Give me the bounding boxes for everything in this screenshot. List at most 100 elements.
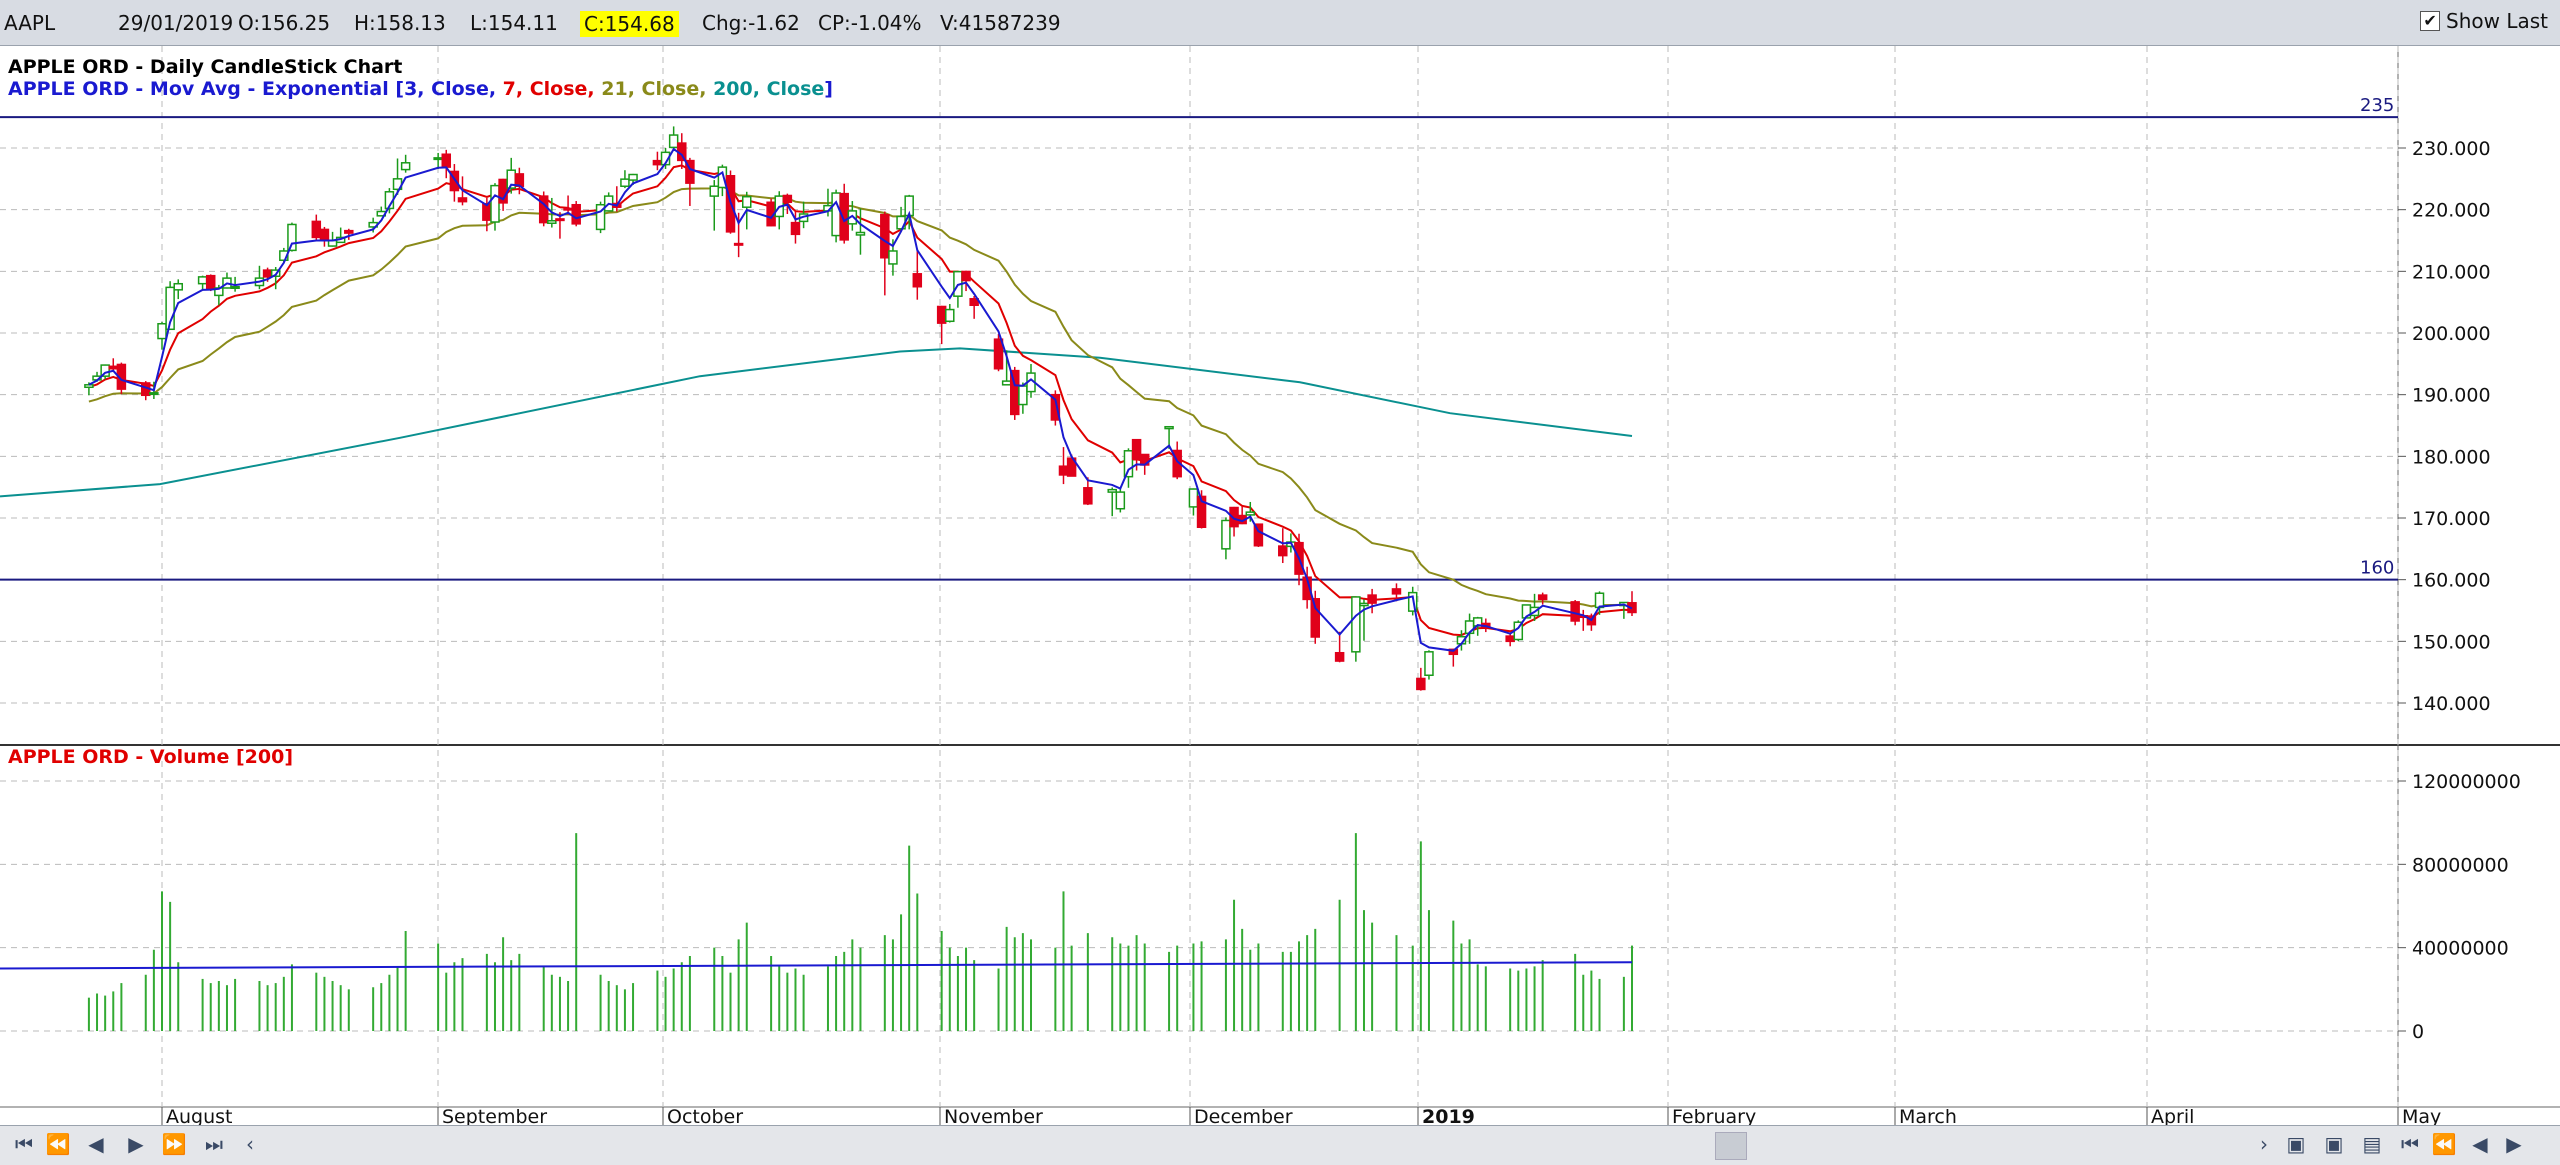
candle-down	[571, 203, 581, 225]
candle-down	[538, 195, 549, 224]
candle-up	[197, 276, 208, 285]
price-tick-label: 140.000	[2412, 693, 2491, 715]
quote-volume: V:41587239	[940, 11, 1061, 35]
month-label: 2019	[1422, 1106, 1475, 1125]
volume-tick-label: 40000000	[2412, 938, 2509, 960]
scrollbar-thumb[interactable]	[1715, 1132, 1747, 1160]
candle-up	[173, 282, 183, 291]
price-tick-label: 210.000	[2412, 261, 2491, 283]
next-forward-icon[interactable]: ▶	[2500, 1132, 2528, 1156]
candle-down	[1278, 545, 1288, 557]
candle-up	[400, 162, 411, 171]
ma-legend: APPLE ORD - Mov Avg - Exponential [3, Cl…	[8, 78, 833, 100]
candle-up	[1001, 380, 1012, 386]
candle-up	[490, 184, 500, 223]
next-rewind-icon[interactable]: ⏪	[2430, 1132, 2458, 1156]
candle-down	[936, 305, 947, 324]
candle-up	[1188, 488, 1199, 508]
scroll-right-icon[interactable]: ›	[2250, 1132, 2278, 1156]
month-label: September	[442, 1106, 547, 1125]
fit-icon[interactable]: ▤	[2358, 1132, 2386, 1156]
last-icon[interactable]: ⏭	[200, 1132, 228, 1156]
candle-down	[782, 194, 793, 204]
candle-down	[1083, 487, 1093, 505]
candle-up	[855, 231, 866, 236]
volume-ma-line	[0, 961, 1633, 970]
candle-down	[1537, 594, 1548, 601]
candle-up	[1123, 450, 1134, 478]
ma-legend-suffix: ]	[824, 78, 833, 100]
ema-200-line	[0, 347, 1633, 498]
candle-up	[709, 185, 720, 197]
candle-down	[441, 153, 452, 168]
ma-legend-part: 7, Close,	[502, 78, 602, 100]
candle-down	[1570, 601, 1580, 622]
month-label: December	[1194, 1106, 1293, 1125]
month-label: November	[944, 1106, 1043, 1125]
zoom-in-icon[interactable]: ▣	[2282, 1132, 2310, 1156]
candle-up	[831, 192, 841, 237]
price-legend: APPLE ORD - Daily CandleStick Chart APPL…	[8, 56, 833, 100]
candle-up	[433, 157, 443, 161]
candle-up	[84, 384, 94, 389]
zoom-out-icon[interactable]: ▣	[2320, 1132, 2348, 1156]
candle-down	[108, 365, 119, 370]
chart-area[interactable]: August September October November December 20…	[0, 46, 2560, 1128]
month-label: May	[2402, 1106, 2441, 1125]
candle-down	[563, 207, 573, 211]
price-tick-label: 200.000	[2412, 323, 2491, 345]
candle-down	[1505, 635, 1515, 643]
quote-change-pct: CP:-1.04%	[818, 11, 922, 35]
fast-forward-icon[interactable]: ⏩	[160, 1132, 188, 1156]
quote-change: Chg:-1.62	[702, 11, 800, 35]
candle-up	[668, 134, 679, 149]
candle-up	[1359, 602, 1369, 607]
price-tick-label: 160.000	[2412, 570, 2491, 592]
quote-close: C:154.68	[580, 11, 679, 37]
month-label: April	[2151, 1106, 2194, 1125]
candle-down	[1334, 651, 1345, 662]
ma-legend-part: 21, Close,	[601, 78, 714, 100]
step-back-icon[interactable]: ◀	[82, 1132, 110, 1156]
first-icon[interactable]: ⏮	[10, 1132, 38, 1156]
candle-up	[1594, 592, 1605, 609]
step-forward-icon[interactable]: ▶	[122, 1132, 150, 1156]
candle-down	[1391, 588, 1402, 595]
candle-up	[157, 323, 167, 340]
candle-down	[880, 213, 890, 259]
price-tick-label: 220.000	[2412, 200, 2491, 222]
candle-up	[1107, 488, 1117, 493]
volume-tick-label: 120000000	[2412, 771, 2521, 793]
candle-up	[1351, 596, 1361, 653]
candle-up	[230, 286, 240, 289]
candle-up	[287, 223, 297, 252]
month-label: October	[667, 1106, 743, 1125]
candle-up	[1164, 425, 1174, 430]
next-first-icon[interactable]: ⏮	[2396, 1132, 2424, 1156]
candle-down	[1367, 594, 1377, 604]
quote-open: O:156.25	[238, 11, 331, 35]
show-last-label: Show Last	[2446, 9, 2548, 33]
candle-down	[993, 338, 1004, 370]
candle-down	[912, 273, 923, 288]
month-label: August	[166, 1106, 233, 1125]
show-last-toggle[interactable]: ✔ Show Last	[2420, 9, 2548, 33]
candle-down	[961, 270, 971, 282]
price-tick-label: 170.000	[2412, 508, 2491, 530]
candle-down	[1131, 438, 1142, 460]
scroll-left-icon[interactable]: ‹	[236, 1132, 264, 1156]
candle-up	[1424, 651, 1434, 676]
price-tick-label: 190.000	[2412, 385, 2491, 407]
volume-tick-label: 0	[2412, 1021, 2424, 1043]
volume-legend: APPLE ORD - Volume [200]	[8, 746, 294, 768]
candle-up	[547, 220, 557, 224]
quote-high: H:158.13	[354, 11, 446, 35]
candle-down	[1416, 677, 1426, 691]
next-back-icon[interactable]: ◀	[2466, 1132, 2494, 1156]
chart-svg[interactable]: August September October November December 20…	[0, 46, 2560, 1128]
ma-legend-parts: 3, Close, 7, Close, 21, Close, 200, Clos…	[404, 78, 824, 100]
show-last-checkbox[interactable]: ✔	[2420, 11, 2441, 31]
price-chart-title: APPLE ORD - Daily CandleStick Chart	[8, 56, 403, 78]
navigation-bar: ⏮ ⏪ ◀ ▶ ⏩ ⏭ ‹ › ▣ ▣ ▤ ⏮ ⏪ ◀ ▶	[0, 1125, 2560, 1165]
rewind-icon[interactable]: ⏪	[44, 1132, 72, 1156]
